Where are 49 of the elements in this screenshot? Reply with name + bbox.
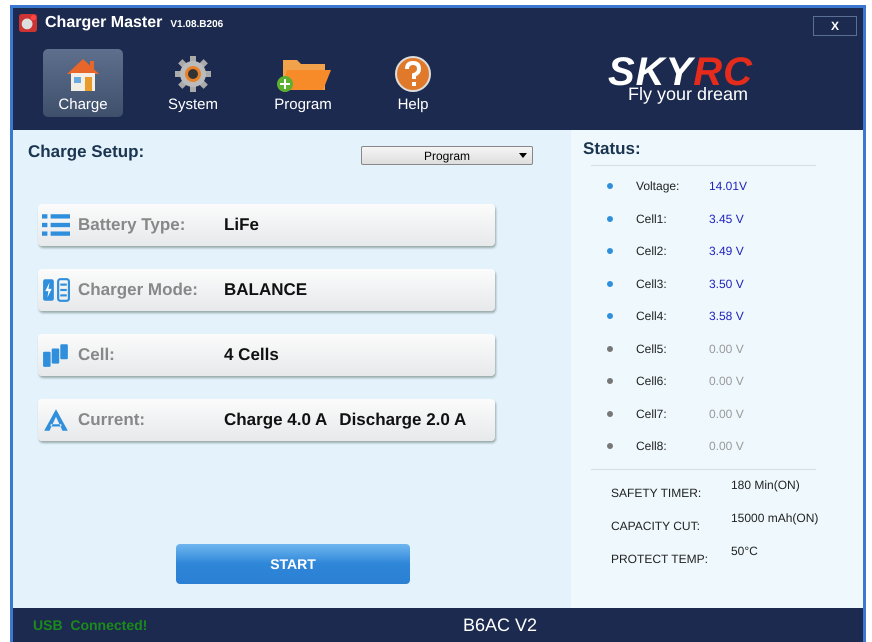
setup-row[interactable]: Charger Mode: BALANCE xyxy=(38,269,495,311)
reading-value: 3.49 V xyxy=(709,244,744,258)
reading-label: Voltage: xyxy=(636,179,680,194)
setting-value: 15000 mAh(ON) xyxy=(731,510,818,524)
version-label: V1.08.B206 xyxy=(170,19,224,30)
setup-row[interactable]: Cell: 4 Cells xyxy=(38,334,495,376)
device-name: B6AC V2 xyxy=(463,614,538,636)
reading-label: Cell1: xyxy=(636,212,668,226)
nav-tab[interactable]: System xyxy=(153,49,233,117)
close-button[interactable]: X xyxy=(813,16,857,36)
setting-value: 180 Min(ON) xyxy=(731,478,800,492)
setting-label: PROTECT TEMP: xyxy=(611,552,709,566)
setting-value: 50°C xyxy=(731,544,758,558)
reading-label: Cell5: xyxy=(636,342,668,356)
caret-icon xyxy=(519,153,527,158)
setting-label: CAPACITY CUT: xyxy=(611,518,701,532)
reading-label: Cell8: xyxy=(636,439,668,454)
start-button[interactable]: START xyxy=(176,544,410,584)
reading-label: Cell7: xyxy=(636,406,668,421)
reading-label: Cell3: xyxy=(636,276,668,291)
list-icon xyxy=(42,213,70,237)
section-title: Status: xyxy=(583,139,642,159)
setting-label: SAFETY TIMER: xyxy=(611,486,702,500)
reading-value: 14.01V xyxy=(709,179,748,194)
nav-tab[interactable]: Charge xyxy=(43,49,123,117)
window-title: Charger Master xyxy=(45,14,162,32)
section-title: Charge Setup: xyxy=(28,142,144,162)
nav-tab[interactable]: Help xyxy=(373,49,453,117)
batteries-icon xyxy=(42,343,70,367)
program-dropdown[interactable]: Program xyxy=(361,146,533,165)
reading-value: 0.00 V xyxy=(709,439,744,454)
reading-label: Cell2: xyxy=(636,244,668,258)
connection-status: USB Connected! xyxy=(33,617,148,633)
nav-tab[interactable]: Program xyxy=(263,49,343,117)
reading-value: 0.00 V xyxy=(709,374,744,388)
gear-icon xyxy=(173,54,213,94)
help-icon xyxy=(393,54,433,94)
reading-label: Cell6: xyxy=(636,374,668,388)
app-icon xyxy=(19,14,37,32)
battery-icon xyxy=(42,278,70,302)
reading-value: 3.50 V xyxy=(709,276,744,291)
setup-row[interactable]: Battery Type: LiFe xyxy=(38,204,495,246)
setup-row[interactable]: Current: Charge 4.0 A Discharge 2.0 A xyxy=(38,399,495,441)
reading-value: 0.00 V xyxy=(709,342,744,356)
ampere-icon xyxy=(42,408,70,432)
reading-value: 3.58 V xyxy=(709,309,744,324)
reading-value: 3.45 V xyxy=(709,212,744,226)
reading-label: Cell4: xyxy=(636,309,668,324)
reading-value: 0.00 V xyxy=(709,406,744,421)
